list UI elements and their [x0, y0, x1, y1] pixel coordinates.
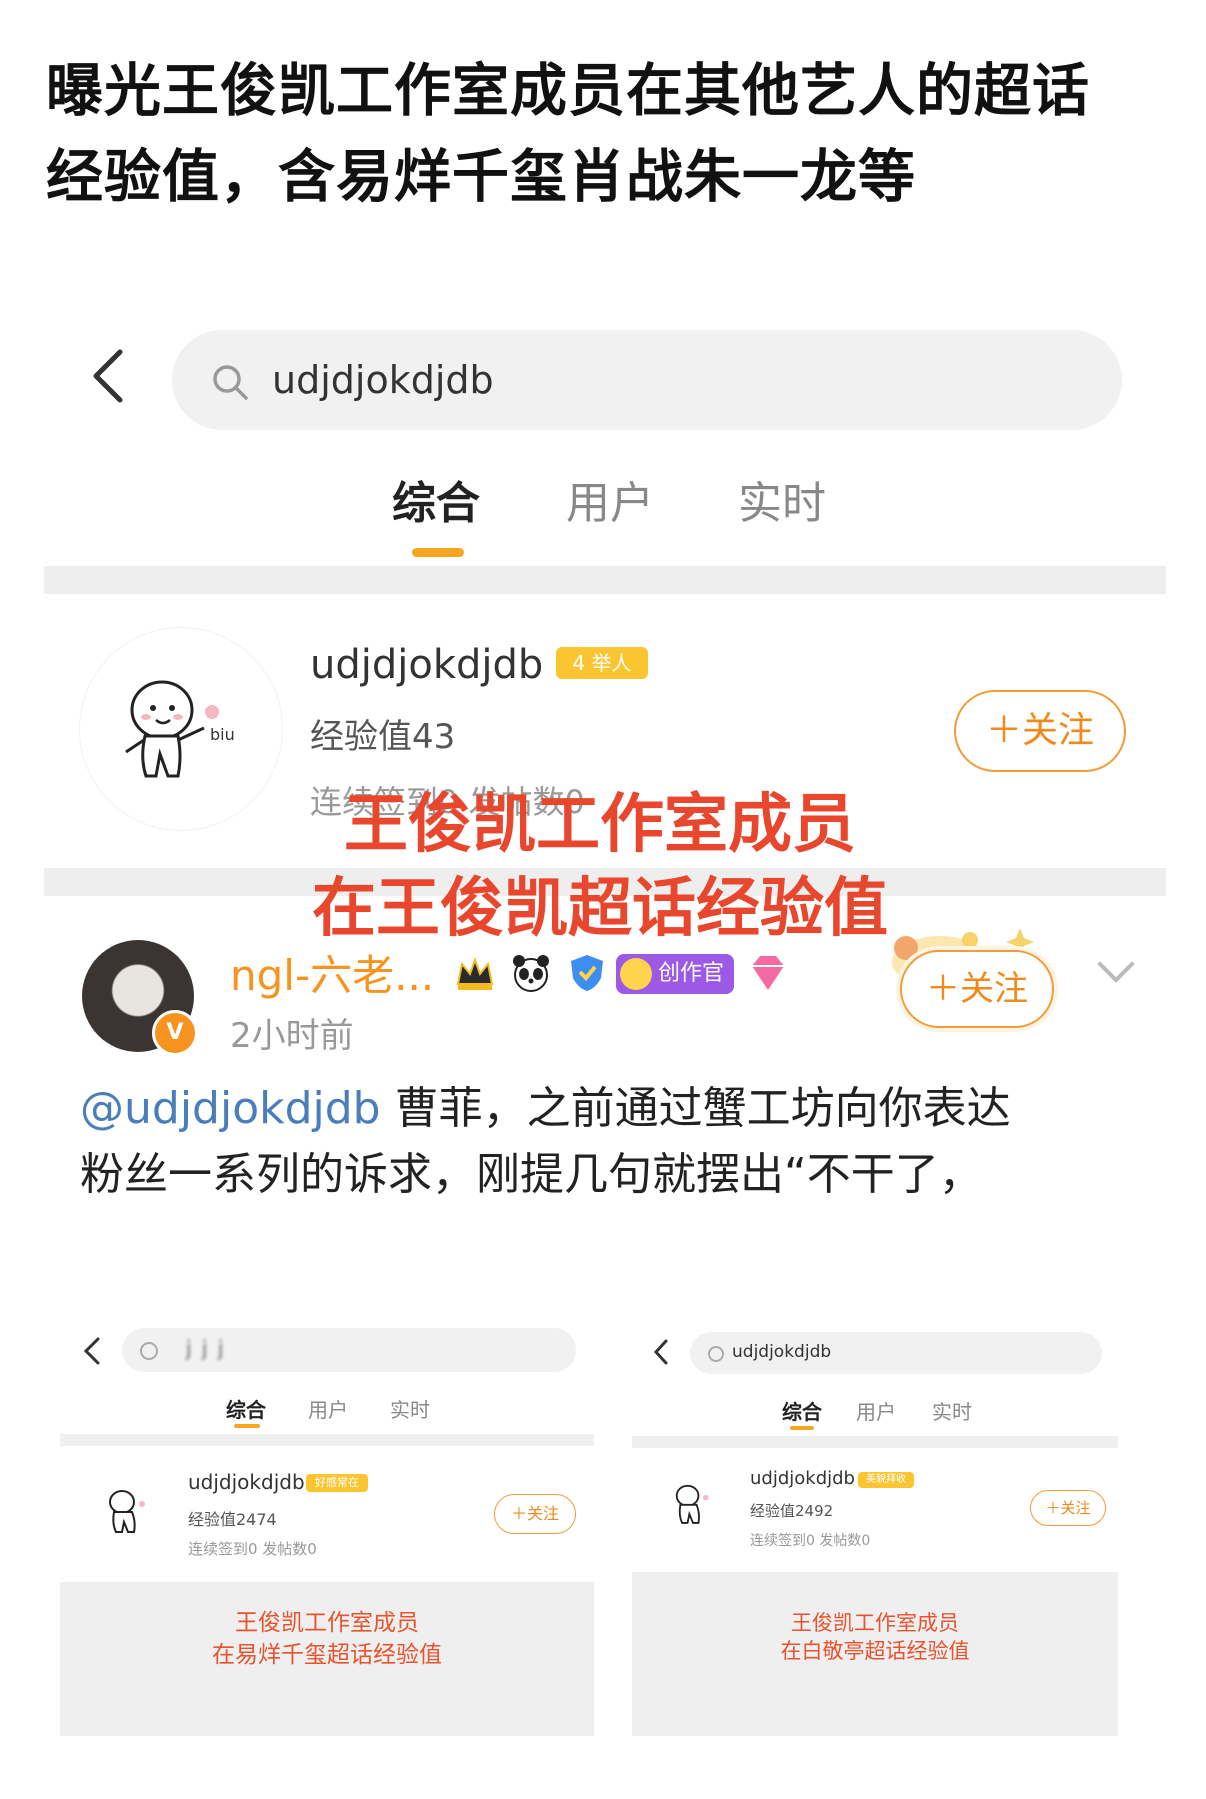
- mini-stats: 连续签到0 发帖数0: [188, 1540, 317, 1558]
- chevron-left-icon: [93, 349, 123, 403]
- mini-tab-users-2[interactable]: 用户: [856, 1396, 896, 1425]
- mini-tab-indicator-2: [790, 1426, 814, 1430]
- mini-search-icon: [140, 1342, 158, 1360]
- post-body-line-2: 粉丝一系列的诉求，刚提几句就摆出“不干了，: [80, 1149, 983, 1200]
- mention-link[interactable]: @udjdjokdjdb: [80, 1083, 381, 1134]
- mini-search-input-2[interactable]: udjdjokdjdb: [732, 1342, 831, 1362]
- post-time: 2小时前: [230, 1016, 354, 1056]
- tab-comprehensive[interactable]: 综合: [392, 474, 480, 534]
- search-input[interactable]: udjdjokdjdb: [272, 352, 494, 408]
- mini-avatar-2[interactable]: [664, 1474, 722, 1532]
- section-divider: [44, 566, 1166, 594]
- overlay-caption-line-1: 王俊凯工作室成员: [344, 788, 856, 862]
- verified-icon: V: [152, 1010, 198, 1056]
- diamond-icon: [746, 952, 790, 994]
- search-icon: [210, 362, 250, 402]
- post-author-name[interactable]: ngl-六老...: [230, 948, 434, 1004]
- tab-realtime[interactable]: 实时: [738, 474, 826, 534]
- mini-experience: 经验值2474: [188, 1510, 277, 1529]
- mini-stats-2: 连续签到0 发帖数0: [750, 1533, 871, 1549]
- post-follow-button[interactable]: ＋关注: [900, 950, 1054, 1028]
- mini-tab-realtime[interactable]: 实时: [390, 1394, 430, 1423]
- active-tab-indicator: [412, 548, 464, 557]
- svg-text:biu: biu: [210, 725, 235, 744]
- mini-tab-realtime-2[interactable]: 实时: [932, 1396, 972, 1425]
- headline-line-1: 曝光王俊凯工作室成员在其他艺人的超话: [46, 58, 1090, 124]
- back-button[interactable]: [88, 348, 128, 404]
- level-badge: 4 举人: [556, 647, 648, 679]
- mini-tab-users[interactable]: 用户: [308, 1394, 348, 1423]
- mini-tab-indicator: [234, 1424, 260, 1428]
- mini-search-icon-2: [708, 1346, 724, 1362]
- mini-divider: [60, 1434, 594, 1446]
- mini-tab-comprehensive[interactable]: 综合: [226, 1394, 266, 1423]
- shield-icon: [566, 952, 608, 994]
- panda-icon: [510, 952, 552, 994]
- mini-caption-line-1-2: 王俊凯工作室成员: [791, 1611, 959, 1635]
- post-body: @udjdjokdjdb 曹菲，之前通过蟹工坊向你表达 粉丝一系列的诉求，刚提几…: [80, 1076, 1140, 1208]
- mini-tab-comprehensive-2[interactable]: 综合: [782, 1396, 822, 1425]
- headline-line-2: 经验值，含易烊千玺肖战朱一龙等: [46, 144, 916, 210]
- mini-caption-line-1: 王俊凯工作室成员: [235, 1610, 419, 1636]
- headline: 曝光王俊凯工作室成员在其他艺人的超话 经验值，含易烊千玺肖战朱一龙等: [46, 48, 1166, 220]
- mini-caption-line-2-2: 在白敬亭超话经验值: [780, 1639, 970, 1663]
- star-icon: [620, 958, 652, 990]
- mini-divider-2: [632, 1436, 1118, 1448]
- mini-caption-line-2: 在易烊千玺超话经验值: [212, 1642, 442, 1668]
- mini-badge: 好感常在: [306, 1474, 368, 1492]
- mini-badge-2: 美貌拜收: [858, 1472, 914, 1488]
- mini-user-name[interactable]: udjdjokdjdb: [188, 1470, 305, 1494]
- mini-back-icon[interactable]: [82, 1336, 102, 1366]
- mini-avatar[interactable]: [96, 1478, 160, 1542]
- creator-badge: 创作官: [616, 954, 734, 994]
- crown-icon: [454, 952, 496, 994]
- mini-experience-2: 经验值2492: [750, 1502, 834, 1520]
- mini-follow-button[interactable]: ＋关注: [494, 1494, 576, 1534]
- experience-value: 经验值43: [310, 717, 456, 757]
- user-name[interactable]: udjdjokdjdb: [310, 638, 543, 692]
- post-body-line-1: @udjdjokdjdb 曹菲，之前通过蟹工坊向你表达: [80, 1076, 1140, 1142]
- mini-search-input[interactable]: j j j: [186, 1336, 225, 1360]
- post-text-1: 曹菲，之前通过蟹工坊向你表达: [380, 1083, 1011, 1134]
- mini-user-name-2[interactable]: udjdjokdjdb: [750, 1468, 855, 1489]
- mini-back-icon-2[interactable]: [652, 1338, 670, 1366]
- overlay-caption-line-2: 在王俊凯超话经验值: [312, 872, 888, 946]
- tab-users[interactable]: 用户: [566, 474, 654, 534]
- mini-follow-button-2[interactable]: ＋关注: [1030, 1490, 1106, 1526]
- creator-badge-label: 创作官: [658, 961, 725, 986]
- chevron-down-icon[interactable]: [1096, 958, 1136, 988]
- follow-button[interactable]: ＋关注: [954, 690, 1126, 772]
